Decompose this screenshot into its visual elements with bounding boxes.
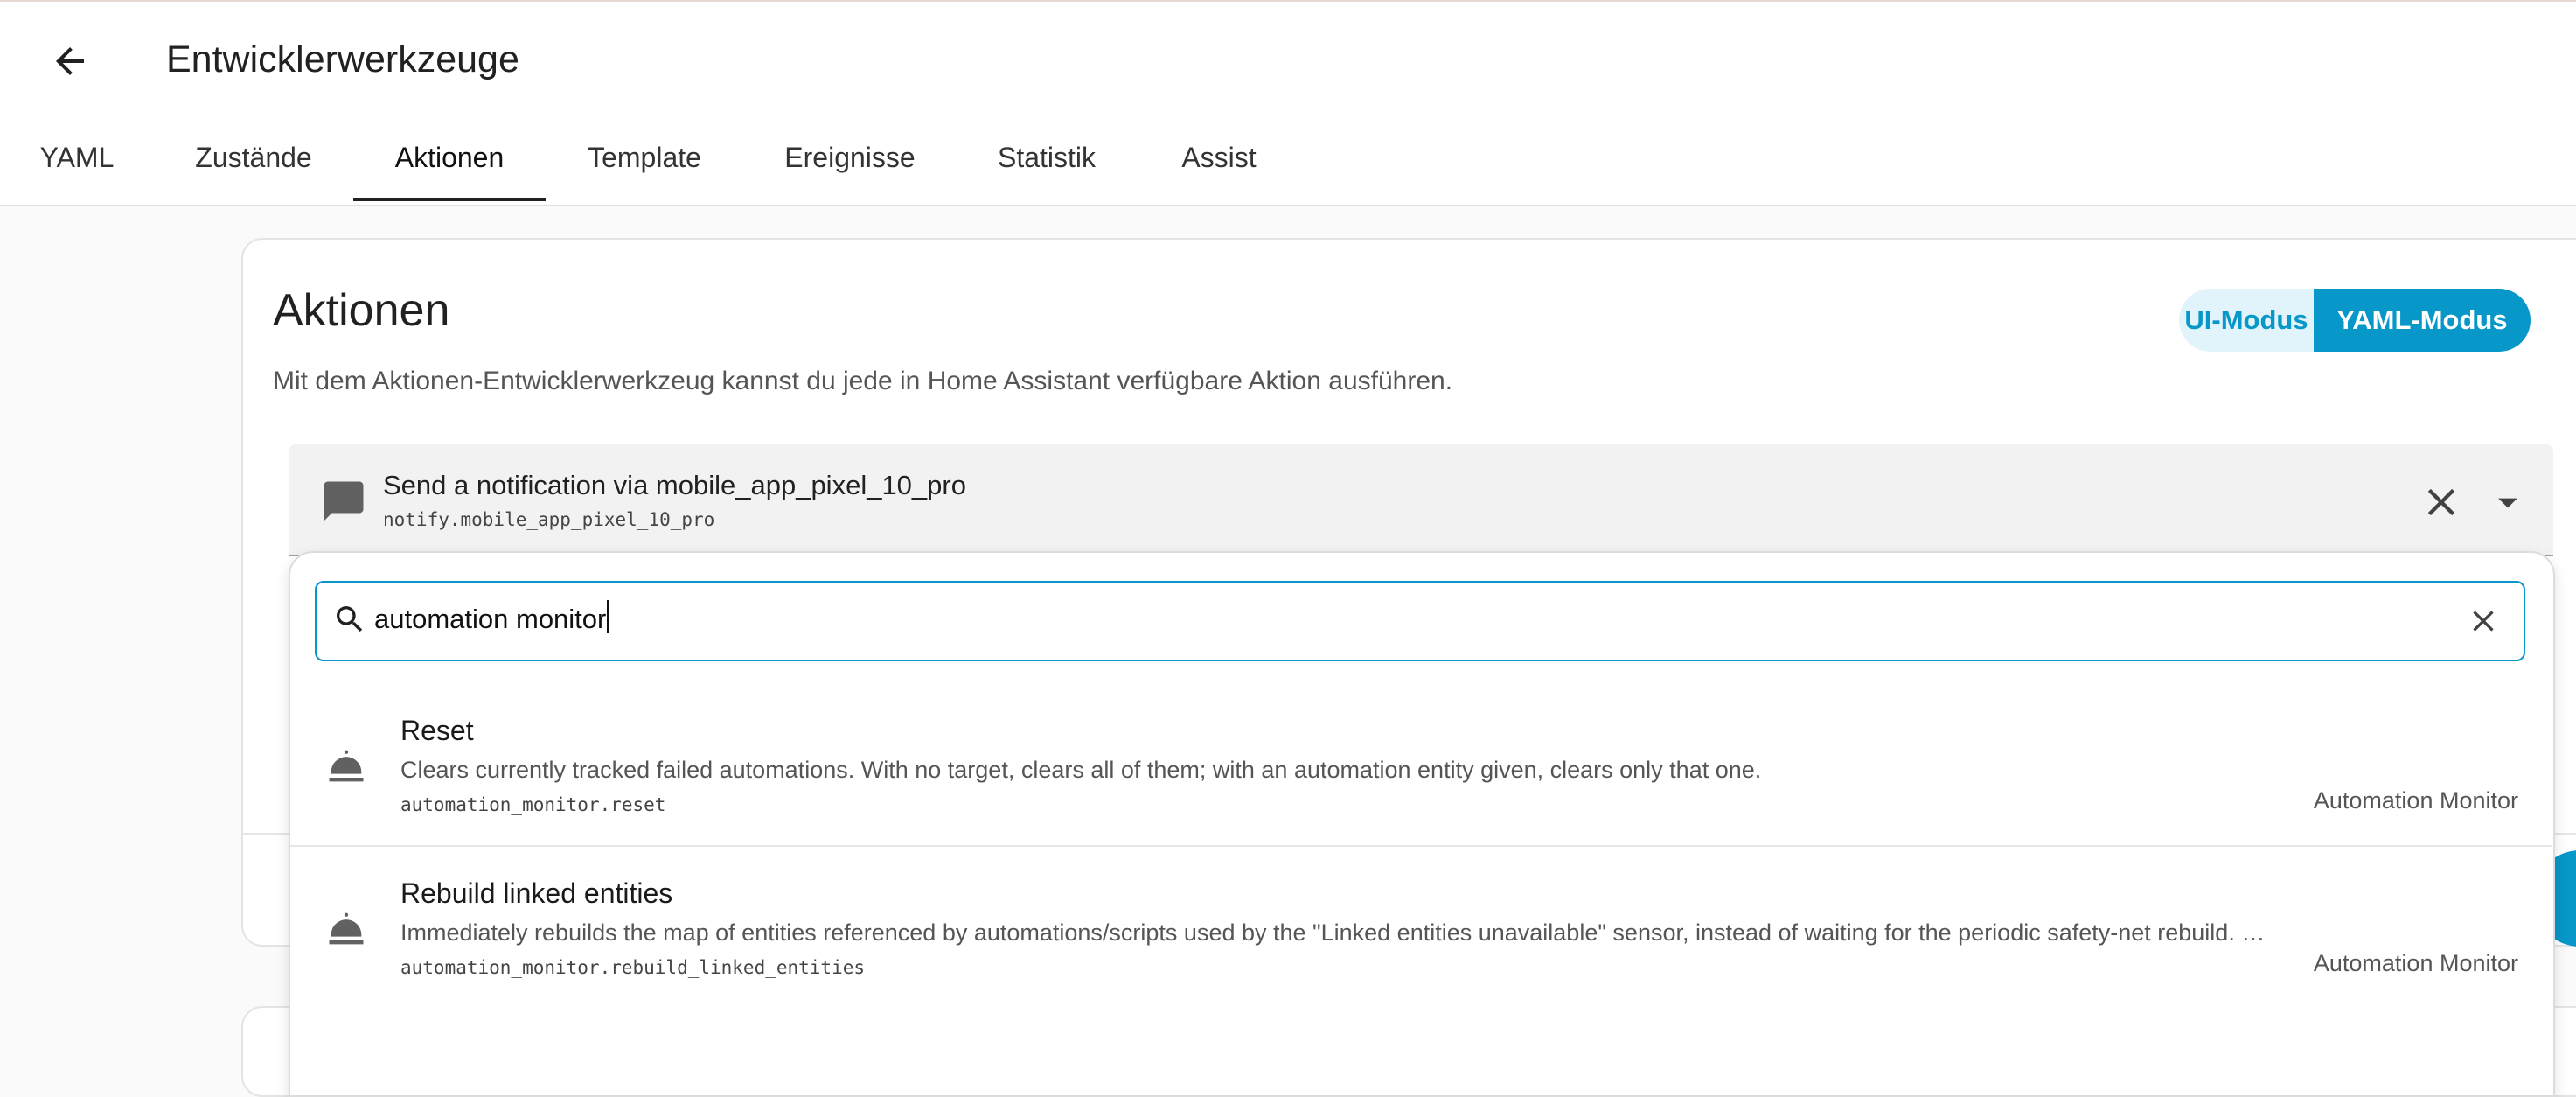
- result-title: Rebuild linked entities: [400, 877, 673, 909]
- tab-statistics[interactable]: Statistik: [957, 121, 1137, 203]
- result-description: Clears currently tracked failed automati…: [400, 757, 1762, 783]
- page-title: Entwicklerwerkzeuge: [166, 38, 519, 80]
- service-bell-icon: [329, 912, 364, 945]
- close-icon[interactable]: [2419, 479, 2464, 525]
- arrow-left-icon: [56, 47, 84, 75]
- service-bell-icon: [329, 750, 364, 782]
- result-id: automation_monitor.reset: [400, 794, 666, 815]
- result-title: Reset: [400, 715, 474, 746]
- result-id: automation_monitor.rebuild_linked_entiti…: [400, 957, 866, 978]
- search-input-value: automation monitor: [374, 600, 609, 639]
- selected-action-id: notify.mobile_app_pixel_10_pro: [383, 509, 715, 530]
- tab-yaml[interactable]: YAML: [0, 121, 154, 203]
- tab-actions[interactable]: Aktionen: [353, 121, 546, 203]
- selected-action-name: Send a notification via mobile_app_pixel…: [383, 470, 966, 500]
- clear-search-icon[interactable]: [2466, 604, 2501, 639]
- yaml-mode-button[interactable]: YAML-Modus: [2314, 289, 2531, 352]
- tab-events[interactable]: Ereignisse: [743, 121, 957, 203]
- result-integration: Automation Monitor: [2313, 950, 2518, 976]
- back-button[interactable]: [44, 35, 96, 87]
- search-icon: [337, 606, 363, 632]
- search-input[interactable]: [315, 581, 2525, 661]
- mode-toggle: UI-Modus YAML-Modus: [2179, 289, 2531, 352]
- result-divider: [290, 845, 2552, 847]
- tab-states[interactable]: Zustände: [154, 121, 353, 203]
- result-description: Immediately rebuilds the map of entities…: [400, 919, 2266, 946]
- result-integration: Automation Monitor: [2313, 787, 2518, 814]
- ui-mode-button[interactable]: UI-Modus: [2179, 289, 2314, 352]
- card-title: Aktionen: [273, 285, 450, 336]
- card-description: Mit dem Aktionen-Entwicklerwerkzeug kann…: [273, 367, 1453, 395]
- tab-template[interactable]: Template: [546, 121, 743, 203]
- text-caret: [607, 600, 609, 633]
- active-tab-indicator: [353, 198, 546, 201]
- tab-assist[interactable]: Assist: [1137, 121, 1301, 203]
- message-icon: [324, 481, 364, 521]
- chevron-down-icon[interactable]: [2485, 479, 2531, 525]
